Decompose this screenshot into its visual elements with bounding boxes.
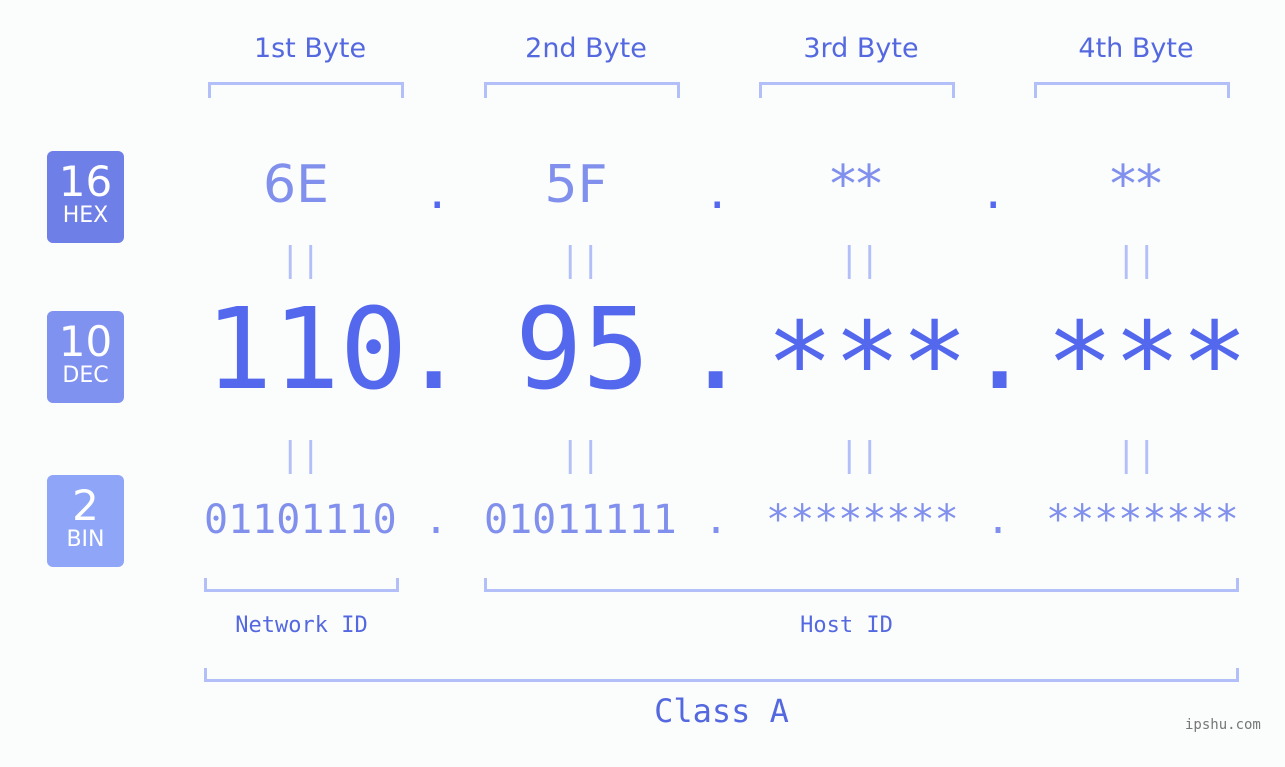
hex-separator-2: . bbox=[704, 168, 731, 219]
dec-separator-2: . bbox=[682, 285, 750, 415]
byte-header-2: 2nd Byte bbox=[525, 33, 647, 64]
equals-icon: || bbox=[560, 435, 601, 475]
equals-icon: || bbox=[280, 435, 321, 475]
equals-icon: || bbox=[560, 240, 601, 280]
bin-badge: 2 BIN bbox=[47, 475, 124, 567]
byte-bracket-1 bbox=[208, 82, 404, 98]
dec-badge-label: DEC bbox=[62, 363, 109, 388]
host-id-label: Host ID bbox=[800, 613, 893, 638]
bin-byte-1: 01101110 bbox=[204, 497, 397, 543]
hex-badge-label: HEX bbox=[62, 203, 109, 228]
bin-separator-1: . bbox=[424, 497, 449, 543]
equals-icon: || bbox=[1116, 435, 1157, 475]
hex-badge-number: 16 bbox=[58, 157, 113, 206]
byte-header-4: 4th Byte bbox=[1078, 33, 1194, 64]
bin-badge-label: BIN bbox=[66, 527, 105, 552]
dec-byte-4: *** bbox=[1046, 299, 1249, 429]
bin-separator-2: . bbox=[704, 497, 729, 543]
equals-icon: || bbox=[1116, 240, 1157, 280]
dec-byte-3: *** bbox=[766, 299, 969, 429]
byte-bracket-4 bbox=[1034, 82, 1230, 98]
byte-header-3: 3rd Byte bbox=[803, 33, 919, 64]
hex-separator-1: . bbox=[424, 168, 451, 219]
hex-byte-1: 6E bbox=[263, 155, 329, 215]
dec-separator-3: . bbox=[966, 285, 1034, 415]
byte-bracket-3 bbox=[759, 82, 955, 98]
bin-byte-4: ******** bbox=[1046, 497, 1239, 543]
network-id-label: Network ID bbox=[235, 613, 368, 638]
bin-badge-number: 2 bbox=[72, 481, 99, 530]
bin-separator-3: . bbox=[986, 497, 1011, 543]
dec-byte-1: 110 bbox=[205, 285, 408, 415]
byte-header-1: 1st Byte bbox=[253, 33, 367, 64]
byte-bracket-2 bbox=[484, 82, 680, 98]
dec-byte-2: 95 bbox=[515, 285, 650, 415]
hex-separator-3: . bbox=[980, 168, 1007, 219]
hex-byte-3: ** bbox=[830, 155, 882, 215]
class-bracket bbox=[204, 668, 1239, 682]
equals-icon: || bbox=[839, 240, 880, 280]
host-id-bracket bbox=[484, 578, 1239, 592]
watermark: ipshu.com bbox=[1185, 717, 1261, 733]
dec-badge-number: 10 bbox=[58, 317, 113, 366]
hex-badge: 16 HEX bbox=[47, 151, 124, 243]
dec-badge: 10 DEC bbox=[47, 311, 124, 403]
class-label: Class A bbox=[654, 692, 789, 730]
hex-byte-4: ** bbox=[1110, 155, 1162, 215]
dec-separator-1: . bbox=[400, 285, 468, 415]
equals-icon: || bbox=[280, 240, 321, 280]
bin-byte-3: ******** bbox=[766, 497, 959, 543]
bin-byte-2: 01011111 bbox=[484, 497, 677, 543]
equals-icon: || bbox=[839, 435, 880, 475]
hex-byte-2: 5F bbox=[544, 155, 608, 215]
network-id-bracket bbox=[204, 578, 399, 592]
